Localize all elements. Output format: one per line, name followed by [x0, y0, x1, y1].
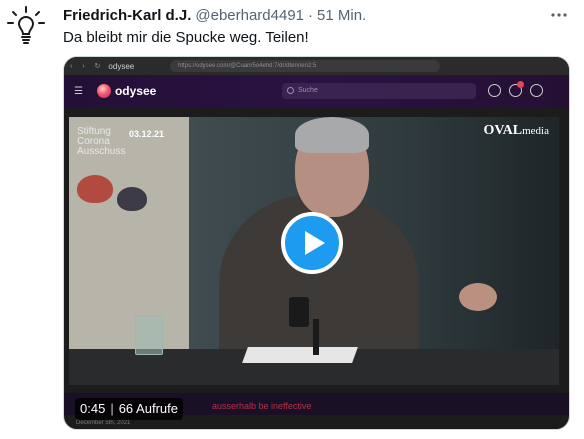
video-wall — [69, 117, 189, 385]
author-name[interactable]: Friedrich-Karl d.J. — [63, 7, 191, 24]
odysee-logo: odysee — [96, 84, 157, 98]
water-glass — [135, 315, 163, 355]
tweet-timestamp[interactable]: 51 Min. — [317, 7, 366, 24]
upload-date: December 5th, 2021 — [76, 420, 131, 426]
browser-nav-icons: ‹ › ↻ — [70, 63, 105, 70]
watermark-main: OVAL — [483, 123, 523, 138]
odysee-search: Suche — [282, 83, 476, 99]
caption-text: ausserhalb be ineffective — [212, 401, 312, 411]
play-icon — [304, 231, 325, 255]
notification-badge — [517, 81, 524, 88]
overlay-line: Ausschuss — [77, 146, 126, 157]
more-options-button[interactable] — [548, 4, 570, 26]
search-icon — [287, 87, 294, 94]
speaker-hair — [295, 117, 369, 153]
speaker-hand — [459, 283, 497, 311]
browser-tab-label: odysee — [108, 61, 135, 71]
video-overlay-date: 03.12.21 — [129, 129, 165, 139]
watermark-sub: media — [522, 125, 549, 137]
microphone — [313, 319, 319, 355]
browser-bar: ‹ › ↻ odysee https://odysee.com/@Cuanr5o… — [64, 57, 569, 75]
odysee-header: ☰ odysee Suche — [64, 75, 569, 107]
badge-separator: | — [110, 401, 114, 416]
odysee-logo-icon — [96, 84, 111, 98]
tweet-header: Friedrich-Karl d.J. @eberhard4491 · 51 Min. — [63, 6, 568, 26]
play-button[interactable] — [281, 212, 343, 274]
video-duration: 0:45 — [80, 401, 106, 416]
light-bulb-icon — [7, 6, 45, 44]
search-placeholder: Suche — [298, 87, 318, 94]
paper-sheet — [242, 347, 358, 363]
oval-media-watermark: OVALmedia — [483, 123, 549, 139]
separator-dot: · — [308, 7, 314, 24]
browser-url: https://odysee.com/@Cuanr5o4ehd:7/dr/dte… — [170, 60, 440, 72]
menu-icon: ☰ — [74, 85, 83, 97]
tweet: Friedrich-Karl d.J. @eberhard4491 · 51 Min.… — [0, 0, 584, 439]
odysee-logo-text: odysee — [114, 84, 157, 98]
upload-icon — [488, 84, 501, 97]
account-icon — [530, 84, 543, 97]
video-overlay-text: Stiftung Corona Ausschuss — [77, 127, 125, 157]
tweet-text: Da bleibt mir die Spucke weg. Teilen! — [63, 29, 309, 46]
view-count: 66 Aufrufe — [118, 401, 178, 416]
phone — [289, 297, 309, 327]
video-info-badge: 0:45 | 66 Aufrufe — [75, 398, 183, 420]
more-horizontal-icon — [551, 13, 567, 17]
hat-shape — [117, 187, 147, 211]
avatar[interactable] — [4, 4, 48, 48]
odysee-header-icons — [488, 81, 543, 97]
hat-shape — [77, 175, 113, 203]
author-handle[interactable]: @eberhard4491 — [195, 7, 304, 24]
notification-icon — [509, 81, 524, 97]
